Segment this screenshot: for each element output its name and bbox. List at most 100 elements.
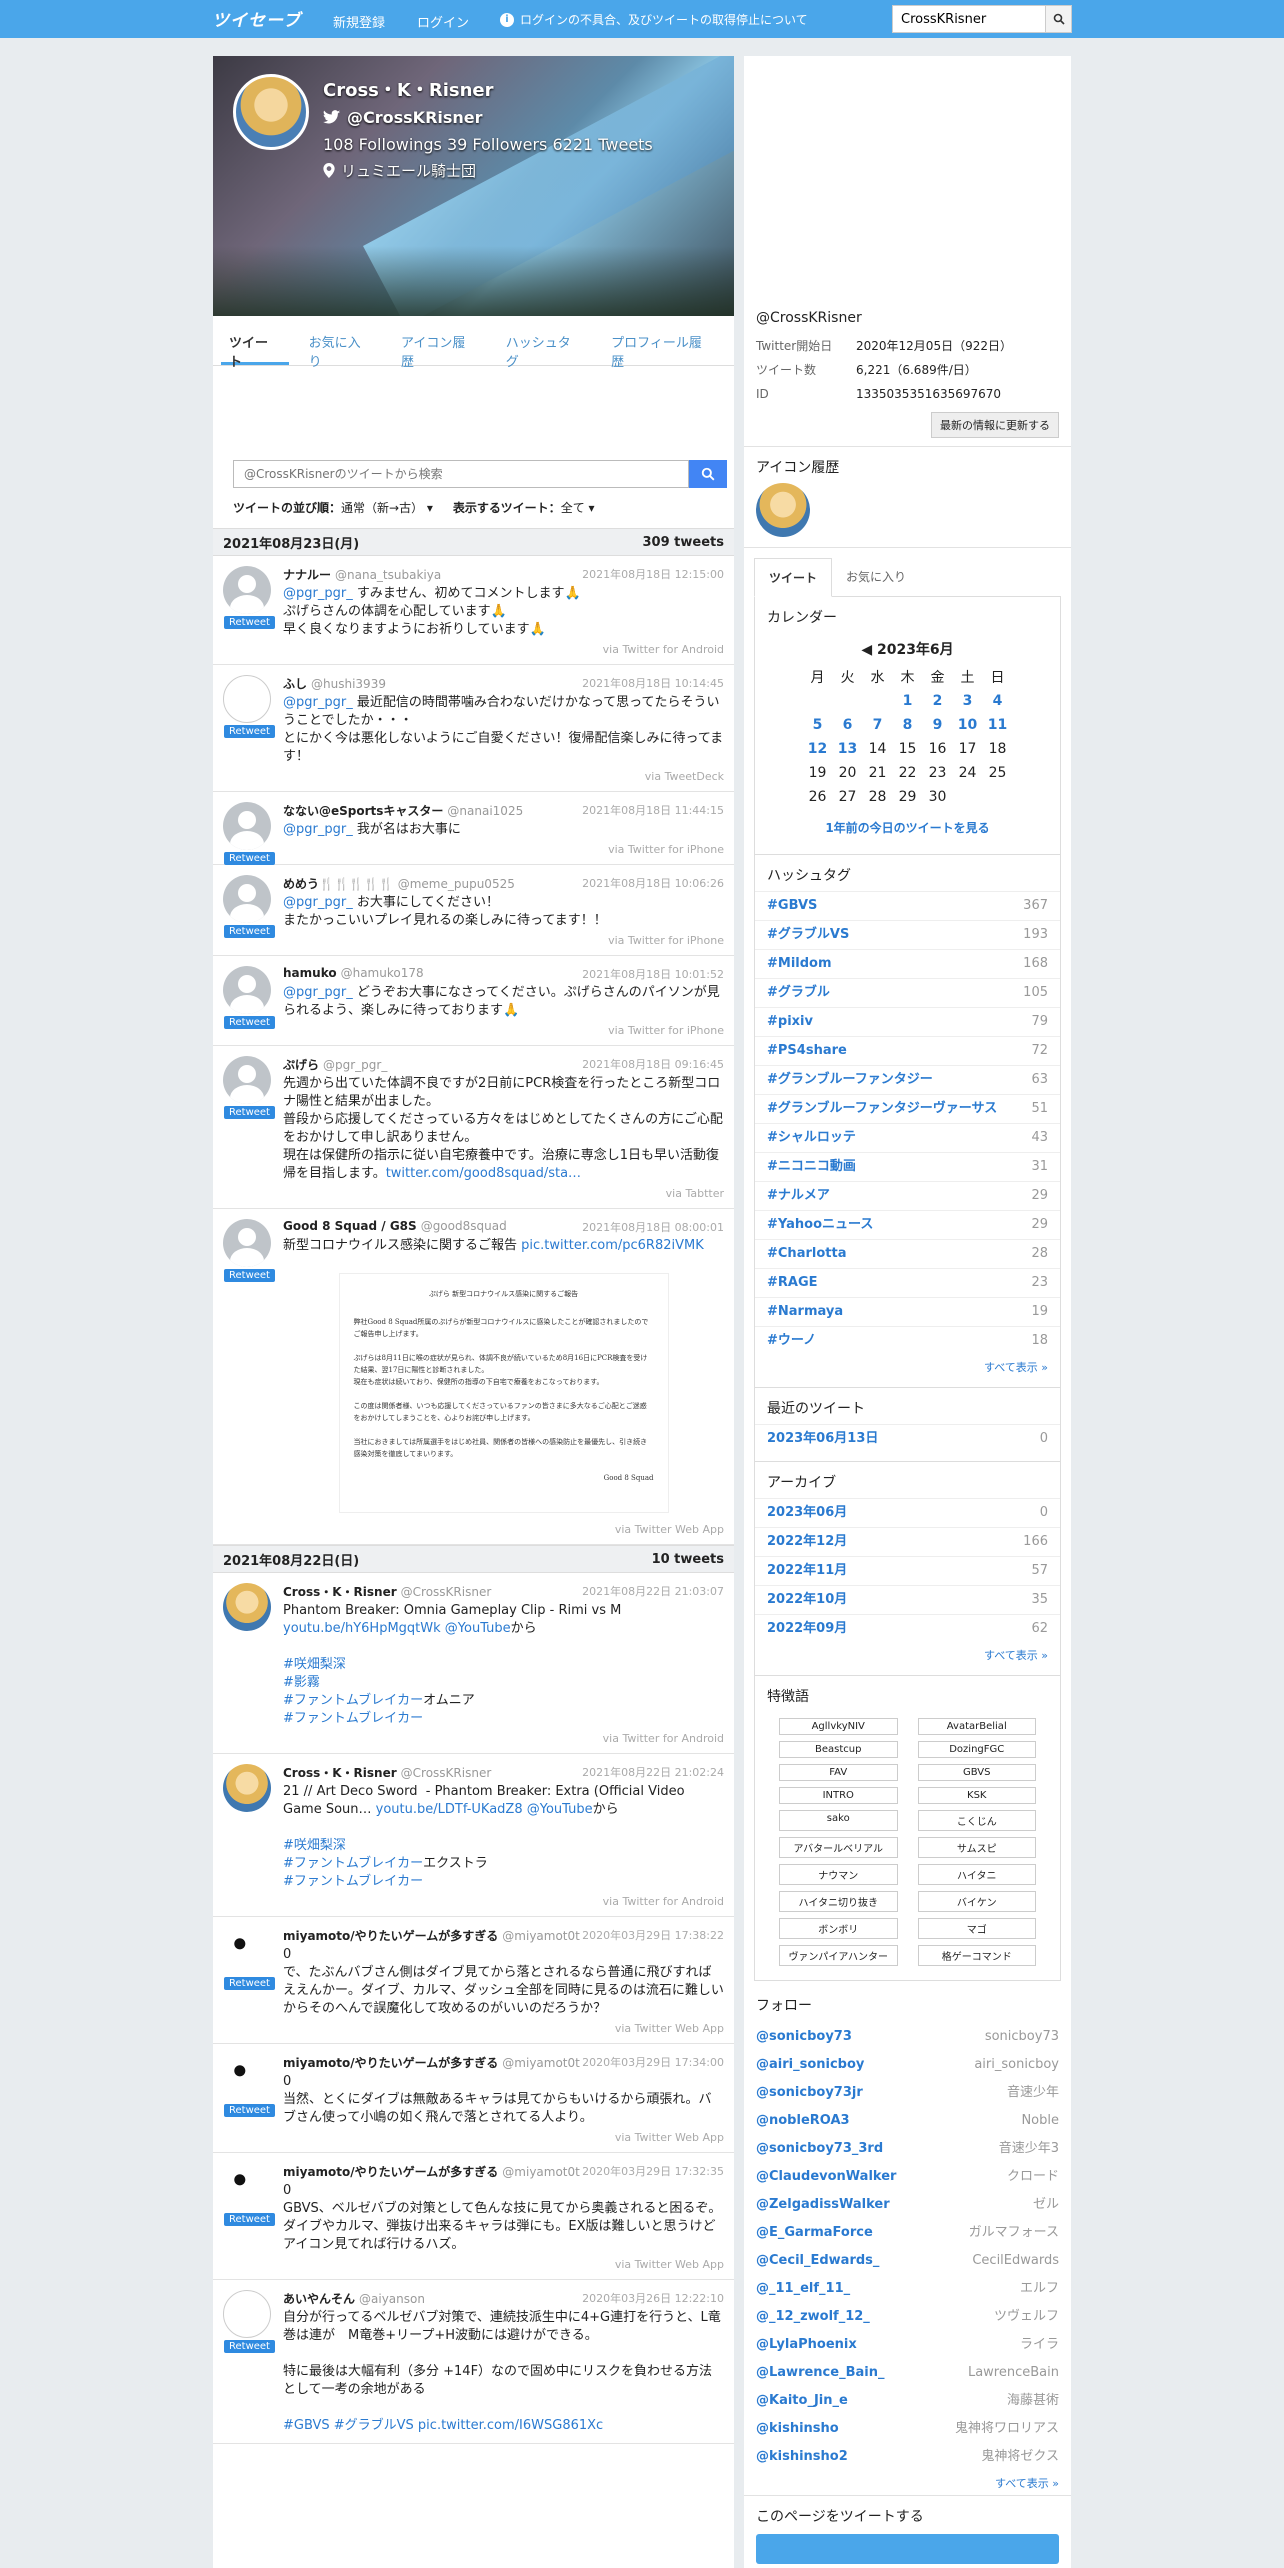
follow-row[interactable]: @_12_zwolf_12_ ツヴェルフ [744, 2303, 1071, 2331]
calendar-day[interactable]: 2 [923, 689, 953, 713]
archive-show-all[interactable]: すべて表示 » [755, 1643, 1060, 1667]
hashtag-row[interactable]: #PS4share 72 [755, 1036, 1060, 1065]
tweet-link[interactable]: youtu.be/hY6HpMgqtWk @YouTube [283, 1621, 511, 1636]
notice-link[interactable]: i ログインの不具合、及びツイートの取得停止について [500, 11, 808, 28]
tweet-link[interactable]: pic.twitter.com/pc6R82iVMK [521, 1238, 704, 1253]
tweet-author[interactable]: miyamoto/やりたいゲームが多すぎる [283, 1929, 498, 1943]
tweet-username[interactable]: @miyamot0t [502, 2056, 580, 2070]
keyword-tag[interactable]: 格ゲーコマンド [917, 1945, 1036, 1966]
follow-row[interactable]: @sonicboy73 sonicboy73 [744, 2023, 1071, 2051]
follow-row[interactable]: @kishinsho2 鬼神将ゼクス [744, 2443, 1071, 2471]
calendar-day[interactable]: 6 [833, 713, 863, 737]
top-search-input[interactable] [893, 6, 1045, 32]
archive-row[interactable]: 2022年09月 62 [755, 1614, 1060, 1643]
tweet-date[interactable]: 2021年08月18日 09:16:45 [582, 1056, 724, 1073]
tweet-author[interactable]: Cross・K・Risner [283, 1585, 397, 1599]
tweet-author[interactable]: miyamoto/やりたいゲームが多すぎる [283, 2165, 498, 2179]
hashtag-row[interactable]: #Yahooニュース 29 [755, 1210, 1060, 1239]
follow-row[interactable]: @Cecil_Edwards_ CecilEdwards [744, 2247, 1071, 2275]
calendar-day[interactable]: 1 [893, 689, 923, 713]
avatar[interactable] [223, 1764, 271, 1812]
follow-row[interactable]: @_11_elf_11_ エルフ [744, 2275, 1071, 2303]
tweet-link[interactable]: youtu.be/LDTf-UKadZ8 @YouTube [376, 1802, 593, 1817]
tweet-author[interactable]: ナナルー [283, 568, 331, 582]
hashtag-link[interactable]: #咲畑梨深 #影霧 #ファントムブレイカー [283, 1657, 423, 1708]
hashtag-row[interactable]: #RAGE 23 [755, 1268, 1060, 1297]
login-link[interactable]: ログイン [417, 12, 469, 31]
keyword-tag[interactable]: ハイタニ切り抜き [779, 1891, 898, 1912]
avatar[interactable] [223, 2290, 271, 2338]
tweet-username[interactable]: @aiyanson [359, 2292, 425, 2306]
keyword-tag[interactable]: ボンボリ [779, 1918, 898, 1939]
keyword-tag[interactable]: AvatarBelial [917, 1718, 1036, 1735]
tweet-search-input[interactable] [233, 460, 689, 488]
tweet-username[interactable]: @miyamot0t [502, 1929, 580, 1943]
keyword-tag[interactable]: GBVS [917, 1764, 1036, 1781]
hashtag-row[interactable]: #Narmaya 19 [755, 1297, 1060, 1326]
attached-image[interactable]: ぷげら 新型コロナウイルス感染に関するご報告 弊社Good 8 Squad所属のぷ… [338, 1273, 669, 1513]
avatar[interactable] [223, 2163, 271, 2211]
top-search-button[interactable] [1045, 6, 1071, 32]
calendar-day[interactable]: 3 [953, 689, 983, 713]
follow-row[interactable]: @kishinsho 鬼神将ワロリアス [744, 2415, 1071, 2443]
keyword-tag[interactable]: sako [779, 1810, 898, 1831]
avatar[interactable] [223, 1056, 271, 1104]
follow-row[interactable]: @ZelgadissWalker ゼル [744, 2191, 1071, 2219]
tab-profile-history[interactable]: プロフィール履歴 [603, 316, 722, 370]
tweet-username[interactable]: @CrossKRisner [401, 1766, 492, 1780]
keyword-tag[interactable]: FAV [779, 1764, 898, 1781]
keyword-tag[interactable]: マゴ [917, 1918, 1036, 1939]
keyword-tag[interactable]: ヴァンパイアハンター [779, 1945, 898, 1966]
tweet-date[interactable]: 2021年08月22日 21:03:07 [582, 1583, 724, 1600]
archive-row[interactable]: 2022年10月 35 [755, 1585, 1060, 1614]
follow-row[interactable]: @LylaPhoenix ライラ [744, 2331, 1071, 2359]
calendar-day[interactable]: 5 [803, 713, 833, 737]
calendar-day[interactable]: 10 [953, 713, 983, 737]
tweet-username[interactable]: @nanai1025 [447, 804, 523, 818]
show-filter-dropdown[interactable]: 表示するツイート：全て ▾ [453, 499, 595, 516]
avatar[interactable] [223, 802, 271, 850]
follow-row[interactable]: @E_GarmaForce ガルマフォース [744, 2219, 1071, 2247]
hashtag-show-all[interactable]: すべて表示 » [755, 1355, 1060, 1379]
hashtag-row[interactable]: #ナルメア 29 [755, 1181, 1060, 1210]
hashtag-row[interactable]: #シャルロッテ 43 [755, 1123, 1060, 1152]
avatar[interactable] [223, 1927, 271, 1975]
hashtag-row[interactable]: #グラブル 105 [755, 978, 1060, 1007]
profile-handle[interactable]: @CrossKRisner [323, 108, 653, 127]
follow-row[interactable]: @airi_sonicboy airi_sonicboy [744, 2051, 1071, 2079]
calendar-day[interactable]: 11 [983, 713, 1013, 737]
tweet-author[interactable]: miyamoto/やりたいゲームが多すぎる [283, 2056, 498, 2070]
mention-link[interactable]: @pgr_pgr_ [283, 895, 353, 910]
avatar[interactable] [223, 966, 271, 1014]
hashtag-row[interactable]: #Charlotta 28 [755, 1239, 1060, 1268]
tweet-author[interactable]: Good 8 Squad / G8S [283, 1219, 417, 1233]
calendar-day[interactable]: 4 [983, 689, 1013, 713]
tweet-author[interactable]: ふし [283, 677, 307, 691]
follow-row[interactable]: @Kaito_Jin_e 海藤甚術 [744, 2387, 1071, 2415]
refresh-button[interactable]: 最新の情報に更新する [931, 412, 1059, 438]
tweet-author[interactable]: めめう🍴🍴🍴🍴🍴 [283, 877, 394, 891]
tab-tweets[interactable]: ツイート [221, 316, 289, 370]
follow-row[interactable]: @sonicboy73_3rd 音速少年3 [744, 2135, 1071, 2163]
follow-row[interactable]: @sonicboy73jr 音速少年 [744, 2079, 1071, 2107]
sidebar-tab-tweets[interactable]: ツイート [754, 558, 833, 597]
share-button[interactable] [756, 2534, 1059, 2564]
tweet-username[interactable]: @good8squad [421, 1219, 507, 1233]
avatar[interactable] [223, 675, 271, 723]
sort-order-dropdown[interactable]: ツイートの並び順：通常（新→古） ▾ [233, 499, 433, 516]
tweet-date[interactable]: 2021年08月18日 10:14:45 [582, 675, 724, 692]
avatar[interactable] [223, 1583, 271, 1631]
calendar-day[interactable]: 12 [803, 737, 833, 761]
keyword-tag[interactable]: ナウマン [779, 1864, 898, 1885]
tweet-username[interactable]: @meme_pupu0525 [398, 877, 515, 891]
calendar-day[interactable]: 7 [863, 713, 893, 737]
keyword-tag[interactable]: サムスピ [917, 1837, 1036, 1858]
tweet-search-button[interactable] [689, 460, 727, 488]
tweet-date[interactable]: 2021年08月18日 10:06:26 [582, 875, 724, 892]
tweet-username[interactable]: @pgr_pgr_ [323, 1058, 387, 1072]
keyword-tag[interactable]: Beastcup [779, 1741, 898, 1758]
hashtag-row[interactable]: #グラブルVS 193 [755, 920, 1060, 949]
tweet-username[interactable]: @nana_tsubakiya [335, 568, 441, 582]
avatar[interactable] [223, 2054, 271, 2102]
tweet-date[interactable]: 2021年08月18日 08:00:01 [582, 1219, 724, 1235]
